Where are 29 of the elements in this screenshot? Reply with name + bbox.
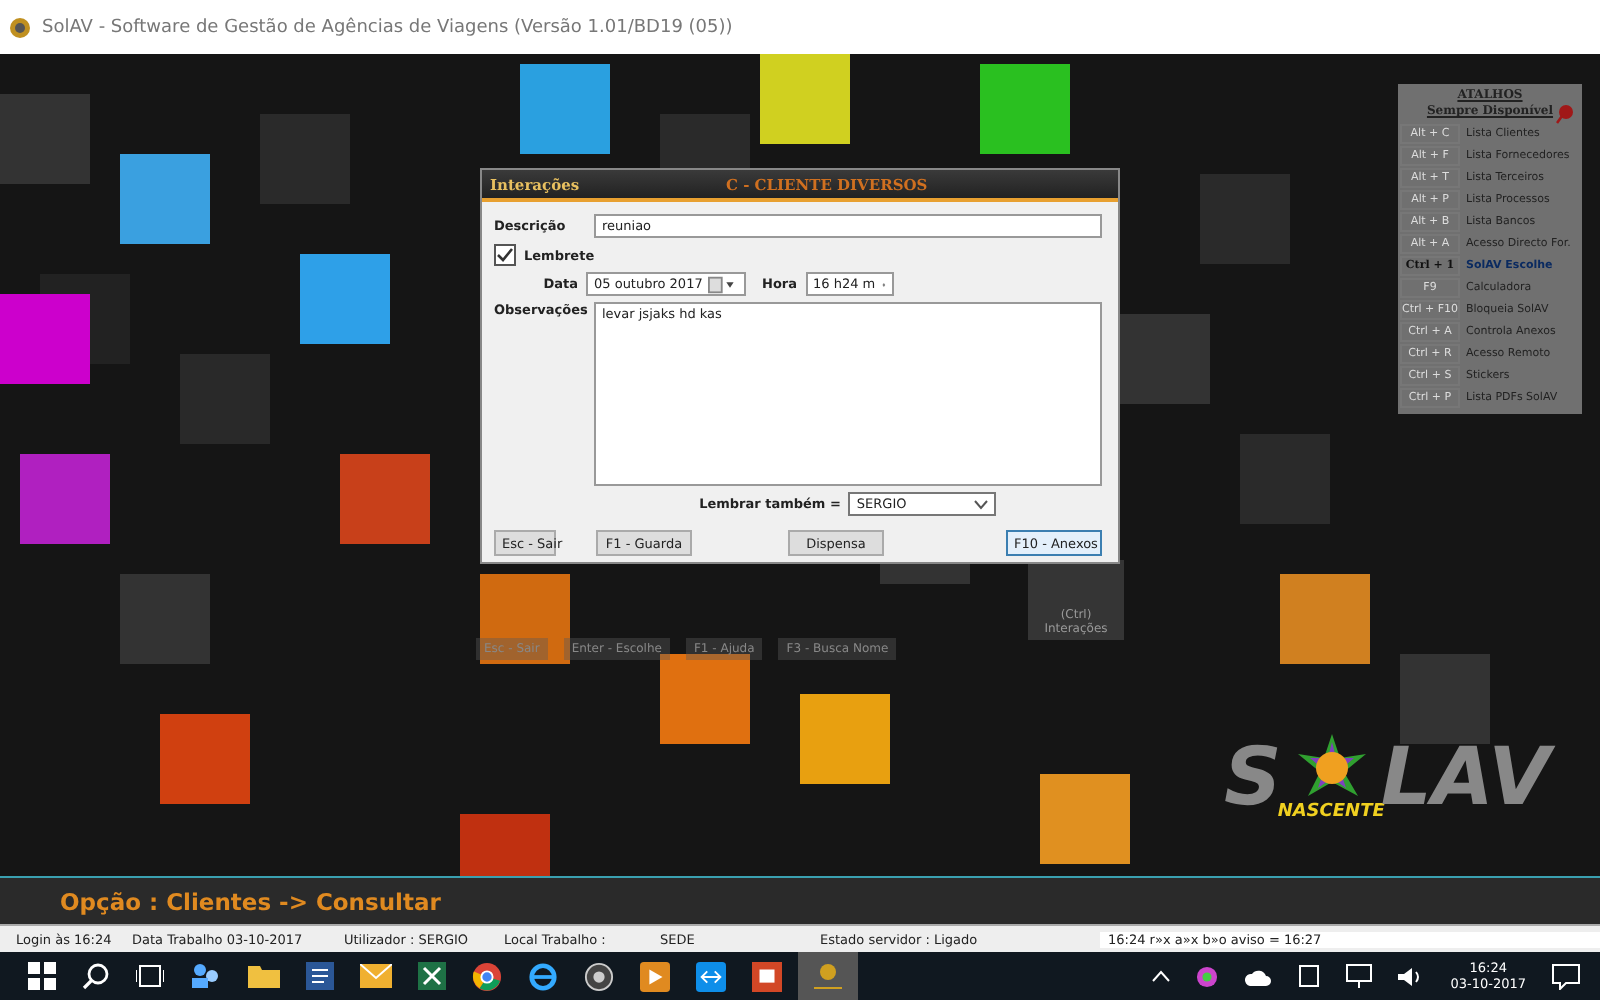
calendar-dropdown-icon[interactable]: [708, 275, 738, 293]
presentation-icon[interactable]: [752, 961, 782, 991]
people-icon[interactable]: [190, 962, 222, 990]
reminder-checkbox[interactable]: [494, 244, 516, 266]
aperture-icon[interactable]: [584, 961, 614, 991]
notification-icon[interactable]: [1552, 963, 1580, 989]
media-player-icon[interactable]: [640, 961, 670, 991]
chevron-up-icon[interactable]: [1152, 970, 1171, 982]
window-title: SolAV - Software de Gestão de Agências de Viagens (Versão 1.01/BD19 (05)): [42, 17, 733, 37]
sun-star-icon: [1297, 734, 1366, 802]
brand-text: NASCENTE: [1277, 802, 1385, 822]
device-icon[interactable]: [1298, 964, 1321, 988]
solav-app-icon[interactable]: [798, 952, 858, 1000]
document-icon[interactable]: [306, 962, 334, 990]
browser-icon[interactable]: [472, 961, 502, 991]
windows-start-icon[interactable]: [28, 962, 56, 990]
search-icon[interactable]: [82, 962, 110, 990]
chevron-down-icon: [974, 499, 989, 509]
remote-control-icon[interactable]: [696, 961, 726, 991]
task-view-icon[interactable]: [136, 964, 164, 988]
app-icon: [8, 15, 32, 39]
folder-icon[interactable]: [248, 964, 280, 988]
current-option: Opção : Clientes -> Consultar: [60, 887, 441, 915]
spreadsheet-icon[interactable]: [418, 962, 446, 990]
cloud-icon[interactable]: [1244, 967, 1273, 985]
network-icon[interactable]: [1346, 964, 1373, 988]
globe-e-icon[interactable]: [528, 961, 558, 991]
color-wheel-icon[interactable]: [1196, 965, 1219, 987]
speaker-icon[interactable]: [1398, 965, 1425, 987]
